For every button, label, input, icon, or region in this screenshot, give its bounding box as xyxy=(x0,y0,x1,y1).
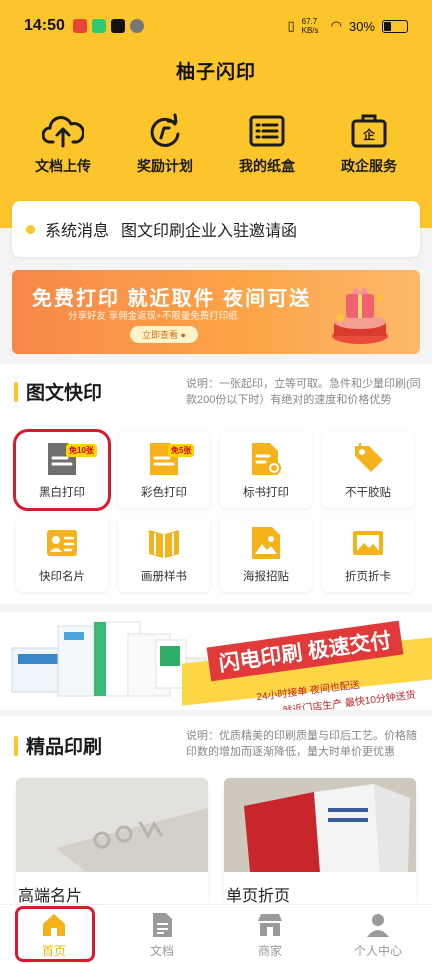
quick-actions: 文档上传 奖励计划 我的纸盒 企 政企服务 xyxy=(0,112,432,176)
wifi-icon: ◠ xyxy=(330,18,342,33)
app-notification-icon xyxy=(129,19,144,33)
product-label: 高端名片 xyxy=(18,888,83,905)
print-samples-image xyxy=(11,621,207,697)
tab-merchants[interactable]: 商家 xyxy=(216,905,324,964)
cloud-upload-icon xyxy=(42,116,84,148)
quick-action-enterprise[interactable]: 企 政企服务 xyxy=(319,112,419,176)
business-card-icon xyxy=(47,530,77,556)
notice-text: 图文印刷企业入驻邀请函 xyxy=(121,223,298,240)
highlight-ring xyxy=(15,906,95,962)
status-bar: 14:50 ▯ 67.7 KB/s ◠ 30% xyxy=(0,0,432,52)
book-icon xyxy=(149,530,179,558)
tab-profile[interactable]: 个人中心 xyxy=(324,905,432,964)
quick-action-label: 奖励计划 xyxy=(137,158,193,174)
section-description: 说明：一张起印，立等可取。急件和少量印刷(同款200份以下时）有绝对的速度和价格… xyxy=(186,378,421,406)
quick-action-label: 政企服务 xyxy=(341,158,397,174)
product-card[interactable]: 单页折页 xyxy=(224,778,416,906)
section-title: 精品印刷 xyxy=(26,737,103,758)
quick-action-label: 文档上传 xyxy=(35,158,91,174)
tab-label: 个人中心 xyxy=(353,943,402,958)
service-label: 标书打印 xyxy=(243,487,289,499)
brochure-image xyxy=(224,778,416,872)
quick-action-label: 我的纸盒 xyxy=(239,158,295,174)
product-card[interactable]: 高端名片 xyxy=(16,778,208,906)
document-icon xyxy=(153,912,172,937)
service-sticker[interactable]: 不干胶贴 xyxy=(322,432,414,508)
service-label: 海报招贴 xyxy=(243,571,289,583)
premium-print-section: 精品印刷 说明：优质精美的印刷质量与印后工艺。价格随印数的增加而逐渐降低，量大时… xyxy=(0,716,432,906)
briefcase-icon: 企 xyxy=(351,114,387,148)
store-icon xyxy=(258,913,282,936)
app-notification-icon xyxy=(72,19,87,33)
status-time: 14:50 xyxy=(24,17,65,34)
service-label: 快印名片 xyxy=(39,571,85,583)
svg-text:企: 企 xyxy=(362,127,376,142)
app-notification-icon xyxy=(91,19,106,33)
section-description: 说明：优质精美的印刷质量与印后工艺。价格随印数的增加而逐渐降低，量大时单价更优惠 xyxy=(186,730,417,758)
quick-print-section: 图文快印 说明：一张起印，立等可取。急件和少量印刷(同款200份以下时）有绝对的… xyxy=(0,364,432,604)
embossed-card-illustration xyxy=(16,778,208,872)
flash-print-banner[interactable]: 闪电印刷 极速交付 24小时接单 夜间也配送 就近门店生产 最快10分钟送货 xyxy=(0,612,432,710)
promo-subline: 分享好友 享佣金返现+不限量免费打印纸 xyxy=(68,311,238,322)
embossed-card-image xyxy=(16,778,208,872)
service-folded-card[interactable]: 折页折卡 xyxy=(322,516,414,592)
service-bid-print[interactable]: 标书打印 xyxy=(220,432,312,508)
gift-box-icon xyxy=(332,288,388,344)
refresh-icon xyxy=(150,113,180,147)
user-icon xyxy=(367,913,389,937)
poster-icon xyxy=(252,527,280,559)
page-title: 柚子闪印 xyxy=(175,62,256,83)
folded-card-icon xyxy=(353,531,383,555)
network-speed: 67.7 KB/s xyxy=(301,17,319,35)
service-label: 黑白打印 xyxy=(39,487,85,499)
free-badge: 免10张 xyxy=(66,444,97,457)
battery-percent: 30% xyxy=(348,18,375,34)
promo-banner[interactable]: 免费打印 就近取件 夜间可送 分享好友 享佣金返现+不限量免费打印纸 立即查看 … xyxy=(12,270,420,354)
battery-icon xyxy=(382,19,408,33)
notification-icons xyxy=(72,19,144,33)
certificate-document-icon xyxy=(252,443,281,475)
tiktok-icon xyxy=(110,19,125,33)
product-label: 单页折页 xyxy=(226,888,291,905)
list-icon xyxy=(249,115,285,147)
quick-action-reward[interactable]: 奖励计划 xyxy=(115,112,215,176)
tab-label: 商家 xyxy=(257,943,282,958)
service-business-card[interactable]: 快印名片 xyxy=(16,516,108,592)
notice-label: 系统消息 xyxy=(45,223,110,240)
quick-action-paperbox[interactable]: 我的纸盒 xyxy=(217,112,317,176)
system-notice[interactable]: 系统消息 图文印刷企业入驻邀请函 xyxy=(12,201,420,257)
tag-icon xyxy=(355,443,383,472)
brochure-illustration xyxy=(224,778,416,872)
service-color-print[interactable]: 免5张 彩色打印 xyxy=(118,432,210,508)
service-label: 不干胶贴 xyxy=(345,487,391,499)
service-brochure[interactable]: 画册样书 xyxy=(118,516,210,592)
free-badge: 免5张 xyxy=(168,444,195,457)
service-label: 彩色打印 xyxy=(141,487,187,499)
service-label: 画册样书 xyxy=(141,571,187,583)
service-grid: 免10张 黑白打印 免5张 彩色打印 标书打印 不干胶贴 快印名片 画册样书 海… xyxy=(13,429,416,592)
section-title: 图文快印 xyxy=(26,383,103,404)
tab-documents[interactable]: 文档 xyxy=(108,905,216,964)
service-poster[interactable]: 海报招贴 xyxy=(220,516,312,592)
section-accent-bar xyxy=(14,381,18,402)
promo-headline: 免费打印 就近取件 夜间可送 xyxy=(32,288,312,310)
notice-dot xyxy=(26,224,35,234)
service-bw-print[interactable]: 免10张 黑白打印 xyxy=(13,429,111,511)
quick-action-upload[interactable]: 文档上传 xyxy=(13,112,113,176)
promo-button[interactable]: 立即查看 ● xyxy=(130,326,198,343)
service-label: 折页折卡 xyxy=(345,571,391,583)
vibrate-icon: ▯ xyxy=(287,18,295,33)
section-accent-bar xyxy=(14,735,18,756)
tab-label: 文档 xyxy=(149,943,174,958)
